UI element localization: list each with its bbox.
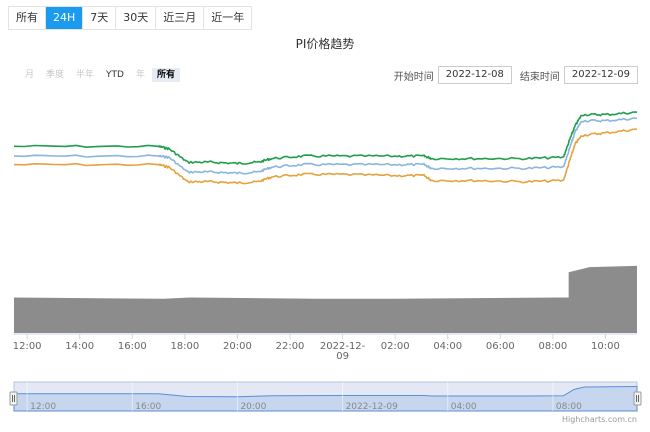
x-tick-label: 16:00 <box>118 341 147 352</box>
x-tick-label: 06:00 <box>486 341 515 352</box>
navigator-left-handle[interactable] <box>9 391 18 406</box>
x-tick-label: 08:00 <box>538 341 567 352</box>
x-tick-label: 10:00 <box>591 341 620 352</box>
x-tick-label: 12:00 <box>13 341 42 352</box>
navigator-tick-label: 16:00 <box>135 402 161 412</box>
price-chart: 12:00 14:00 16:00 18:00 20:00 22:00 2022-12-09… <box>9 111 642 424</box>
navigator-tick-label: 2022-12-09 <box>346 402 399 412</box>
volume-area <box>14 265 637 333</box>
highcharts-credit: Highcharts.com.cn <box>562 415 637 424</box>
navigator-right-handle[interactable] <box>633 391 642 406</box>
navigator-tick-label: 04:00 <box>451 402 477 412</box>
x-tick-label: 04:00 <box>433 341 462 352</box>
navigator-tick-label: 12:00 <box>30 402 56 412</box>
x-tick-label: 18:00 <box>170 341 199 352</box>
navigator-tick-label: 08:00 <box>556 402 582 412</box>
x-tick-label: 14:00 <box>65 341 94 352</box>
x-tick-label: 22:00 <box>276 341 305 352</box>
x-tick-label: 20:00 <box>223 341 252 352</box>
x-tick-label: 09 <box>336 351 349 362</box>
navigator-tick-label: 20:00 <box>240 402 266 412</box>
x-tick-label: 02:00 <box>381 341 410 352</box>
